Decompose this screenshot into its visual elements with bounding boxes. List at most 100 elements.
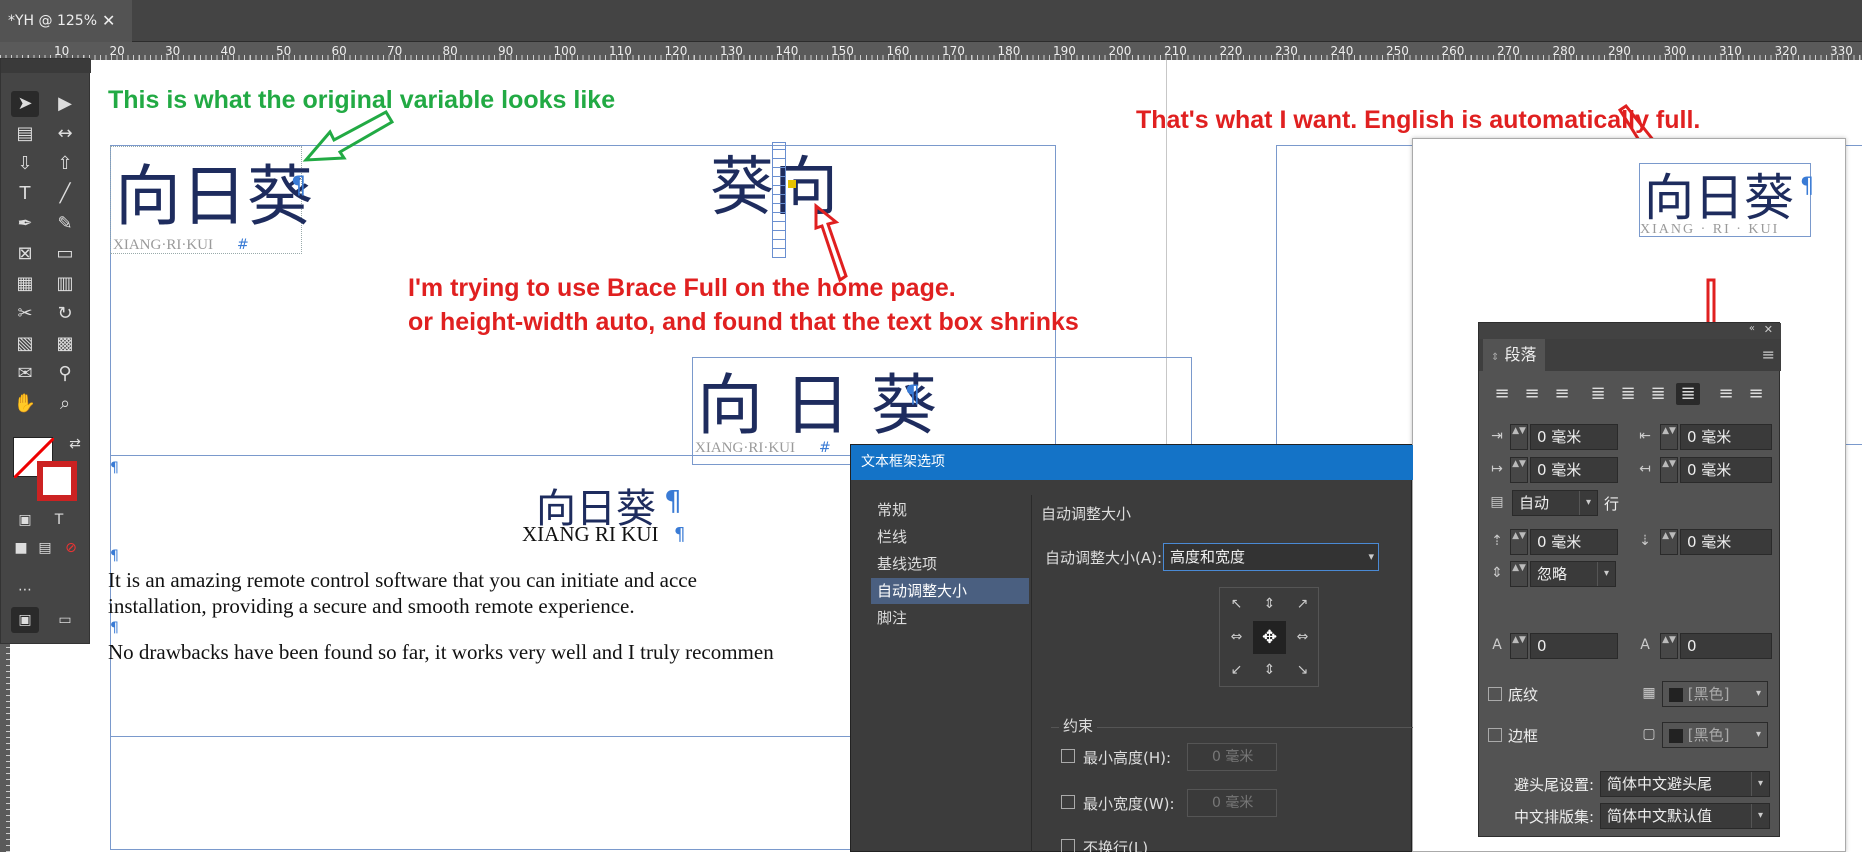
shading-swatch-icon[interactable]: ▦ xyxy=(1638,682,1660,704)
swap-colors-icon[interactable]: ⇄ xyxy=(61,431,89,457)
drop-cap-chars-input[interactable]: 0 xyxy=(1680,633,1772,659)
pencil-tool-icon[interactable]: ✎ xyxy=(51,211,79,237)
type-tool-icon[interactable]: T xyxy=(11,181,39,207)
rotate-tool-icon[interactable]: ↻ xyxy=(51,301,79,327)
wanted-text-frame[interactable]: 向日葵 ¶ XIANG · RI · KUI xyxy=(1639,163,1814,237)
document-tab[interactable]: *YH @ 125% ✕ xyxy=(0,0,132,42)
panel-header[interactable]: « ✕ xyxy=(1479,323,1781,339)
space-between-stepper[interactable]: ▲▼ xyxy=(1510,561,1528,587)
align-left-icon[interactable]: ≡ xyxy=(1490,383,1514,405)
drop-cap-chars-stepper[interactable]: ▲▼ xyxy=(1660,633,1678,659)
gradient-swatch-tool-icon[interactable]: ▧ xyxy=(11,331,39,357)
justify-left-icon[interactable]: ≣ xyxy=(1586,383,1610,405)
min-height-input[interactable]: 0 毫米 xyxy=(1187,743,1277,771)
grid-align-select[interactable]: 自动 ▾ xyxy=(1512,490,1598,516)
apply-gradient-icon[interactable]: ▤ xyxy=(31,535,59,561)
right-indent-stepper[interactable]: ▲▼ xyxy=(1660,424,1678,450)
nav-columns[interactable]: 栏线 xyxy=(871,524,1029,550)
no-wrap-checkbox[interactable] xyxy=(1061,839,1075,852)
anchor-bottom-icon[interactable]: ⇕ xyxy=(1253,654,1286,687)
gap-tool-icon[interactable]: ↔ xyxy=(51,121,79,147)
note-tool-icon[interactable]: ✉ xyxy=(11,361,39,387)
align-center-icon[interactable]: ≡ xyxy=(1520,383,1544,405)
content-placer-icon[interactable]: ⇧ xyxy=(51,151,79,177)
hand-tool-icon[interactable]: ✋ xyxy=(11,391,39,417)
formatting-container-icon[interactable]: ▣ xyxy=(11,507,39,533)
min-width-checkbox[interactable] xyxy=(1061,795,1075,809)
min-height-checkbox[interactable] xyxy=(1061,749,1075,763)
anchor-right-icon[interactable]: ⇔ xyxy=(1286,621,1319,654)
border-swatch-icon[interactable]: ▢ xyxy=(1638,723,1660,745)
anchor-bottom-right-icon[interactable]: ↘ xyxy=(1286,654,1319,687)
last-line-indent-input[interactable]: 0 毫米 xyxy=(1680,457,1772,483)
space-before-input[interactable]: 0 毫米 xyxy=(1530,529,1618,555)
space-between-select[interactable]: 忽略 ▾ xyxy=(1530,561,1616,587)
anchor-bottom-left-icon[interactable]: ↙ xyxy=(1220,654,1253,687)
drop-cap-lines-icon: A xyxy=(1492,637,1502,653)
nav-auto-size[interactable]: 自动调整大小 xyxy=(871,578,1029,604)
pen-tool-icon[interactable]: ✒ xyxy=(11,211,39,237)
anchor-top-right-icon[interactable]: ↗ xyxy=(1286,588,1319,621)
panel-menu-icon[interactable]: ≡ xyxy=(1762,345,1775,364)
rectangle-tool-icon[interactable]: ▭ xyxy=(51,241,79,267)
zoom-tool-icon[interactable]: ⌕ xyxy=(51,391,79,417)
anchor-top-icon[interactable]: ⇕ xyxy=(1253,588,1286,621)
align-towards-spine-icon[interactable]: ≡ xyxy=(1714,383,1738,405)
nav-baseline[interactable]: 基线选项 xyxy=(871,551,1029,577)
first-line-indent-stepper[interactable]: ▲▼ xyxy=(1510,457,1528,483)
tab-paragraph[interactable]: ⇕ 段落 xyxy=(1483,339,1545,371)
tools-panel-header[interactable] xyxy=(1,59,91,73)
justify-right-icon[interactable]: ≣ xyxy=(1646,383,1670,405)
space-after-stepper[interactable]: ▲▼ xyxy=(1660,529,1678,555)
shading-color-select[interactable]: [黑色] ▾ xyxy=(1662,681,1768,707)
left-indent-input[interactable]: 0 毫米 xyxy=(1530,424,1618,450)
horizontal-ruler[interactable]: 10 20 30 40 50 60 70 80 90 100 110 120 130 140 150 160 1… xyxy=(0,42,1862,60)
collapse-icon[interactable]: « xyxy=(1749,323,1755,334)
last-line-indent-stepper[interactable]: ▲▼ xyxy=(1660,457,1678,483)
kinsoku-select[interactable]: 简体中文避头尾 ▾ xyxy=(1600,771,1770,797)
auto-size-select[interactable]: 高度和宽度 ▾ xyxy=(1163,543,1379,571)
right-indent-input[interactable]: 0 毫米 xyxy=(1680,424,1772,450)
rectangle-frame-tool-icon[interactable]: ⊠ xyxy=(11,241,39,267)
stroke-swatch[interactable] xyxy=(37,461,77,501)
preview-view-icon[interactable]: ▭ xyxy=(51,607,79,633)
gradient-feather-tool-icon[interactable]: ▩ xyxy=(51,331,79,357)
drop-cap-lines-stepper[interactable]: ▲▼ xyxy=(1510,633,1528,659)
dialog-title[interactable]: 文本框架选项 xyxy=(851,445,1413,480)
close-tab-icon[interactable]: ✕ xyxy=(102,0,115,42)
nav-footnotes[interactable]: 脚注 xyxy=(871,605,1029,631)
selection-tool-icon[interactable]: ➤ xyxy=(11,91,39,117)
nav-general[interactable]: 常规 xyxy=(871,497,1029,523)
direct-selection-tool-icon[interactable]: ▶ xyxy=(51,91,79,117)
content-collector-icon[interactable]: ⇩ xyxy=(11,151,39,177)
screen-mode-icon[interactable]: ⋯ xyxy=(11,577,39,603)
first-line-indent-input[interactable]: 0 毫米 xyxy=(1530,457,1618,483)
border-color-select[interactable]: [黑色] ▾ xyxy=(1662,722,1768,748)
anchor-left-icon[interactable]: ⇔ xyxy=(1220,621,1253,654)
formatting-text-icon[interactable]: T xyxy=(45,507,73,533)
line-tool-icon[interactable]: ╱ xyxy=(51,181,79,207)
mojikumi-select[interactable]: 简体中文默认值 ▾ xyxy=(1600,803,1770,829)
drop-cap-chars-icon: A xyxy=(1640,637,1650,653)
justify-all-icon[interactable]: ≣ xyxy=(1676,383,1700,405)
align-right-icon[interactable]: ≡ xyxy=(1550,383,1574,405)
border-checkbox[interactable] xyxy=(1488,728,1502,742)
space-after-input[interactable]: 0 毫米 xyxy=(1680,529,1772,555)
anchor-center-icon[interactable]: ✥ xyxy=(1253,621,1286,654)
min-width-input[interactable]: 0 毫米 xyxy=(1187,789,1277,817)
shading-checkbox[interactable] xyxy=(1488,687,1502,701)
normal-view-icon[interactable]: ▣ xyxy=(11,607,39,633)
left-indent-stepper[interactable]: ▲▼ xyxy=(1510,424,1528,450)
align-away-spine-icon[interactable]: ≡ xyxy=(1744,383,1768,405)
table-tool-icon[interactable]: ▦ xyxy=(11,271,39,297)
close-panel-icon[interactable]: ✕ xyxy=(1764,323,1773,336)
page-tool-icon[interactable]: ▤ xyxy=(11,121,39,147)
grid-tool-icon[interactable]: ▥ xyxy=(51,271,79,297)
space-before-stepper[interactable]: ▲▼ xyxy=(1510,529,1528,555)
scissors-tool-icon[interactable]: ✂ xyxy=(11,301,39,327)
drop-cap-lines-input[interactable]: 0 xyxy=(1530,633,1618,659)
apply-none-icon[interactable]: ⊘ xyxy=(57,535,85,561)
eyedropper-tool-icon[interactable]: ⚲ xyxy=(51,361,79,387)
justify-center-icon[interactable]: ≣ xyxy=(1616,383,1640,405)
anchor-top-left-icon[interactable]: ↖ xyxy=(1220,588,1253,621)
